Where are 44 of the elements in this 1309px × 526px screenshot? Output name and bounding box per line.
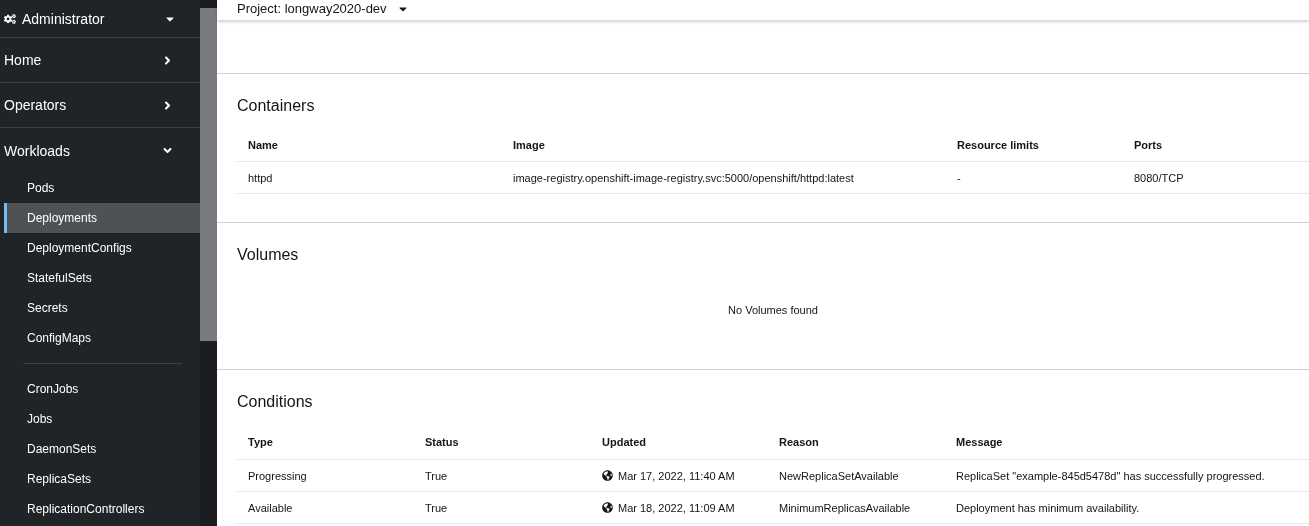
globe-icon [602,502,613,513]
table-cell-text: image-registry.openshift-image-registry.svc:5000/openshift/httpd:latest [513,171,855,184]
gears-icon [4,12,16,25]
project-dropdown[interactable]: Project: longway2020-dev [237,1,409,16]
nav-item[interactable]: ReplicaSets [4,464,200,494]
section-title: Volumes [237,246,300,264]
table-cell-text: True [425,469,449,482]
table-cell-text: ReplicaSet "example-845d5478d" has successfully progressed. [956,469,1266,482]
table-cell-text: NewReplicaSetAvailable [779,469,900,482]
column-header: Message [956,436,1004,448]
nav-group[interactable]: Workloads [0,128,200,173]
table-cell-text: 8080/TCP [1134,171,1185,184]
section-title: Containers [237,97,316,115]
nav-item[interactable]: DaemonSets [4,434,200,464]
column-header: Updated [602,436,647,448]
nav-item[interactable]: ConfigMaps [4,323,200,353]
table-cell-text: MinimumReplicasAvailable [779,501,912,514]
column-header: Type [248,436,274,448]
table-cell-text: True [425,501,449,514]
nav-item[interactable]: ReplicationControllers [4,494,200,524]
nav-item[interactable]: CronJobs [4,374,200,404]
nav-item[interactable]: Jobs [4,404,200,434]
nav-item[interactable]: StatefulSets [4,263,200,293]
column-header: Image [513,139,546,151]
column-header: Reason [779,436,820,448]
empty-message: No Volumes found [727,304,819,316]
table-cell-text: - [957,171,962,184]
column-header: Ports [1134,139,1164,151]
scrollbar-thumb[interactable] [200,8,217,341]
table-cell-text: Progressing [248,469,308,482]
table-cell-text: Deployment has minimum availability. [956,501,1141,514]
nav-item[interactable]: Secrets [4,293,200,323]
timestamp: Mar 17, 2022, 11:40 AM [618,469,735,482]
table-cell-text: Available [248,501,294,514]
column-header: Resource limits [957,139,1040,151]
table-cell-text: httpd [248,171,274,184]
globe-icon [602,470,613,481]
nav-item[interactable]: DeploymentConfigs [4,233,200,263]
nav-item[interactable]: Pods [4,173,200,203]
timestamp: Mar 18, 2022, 11:09 AM [618,501,735,514]
column-header: Name [248,139,279,151]
nav-item[interactable]: Deployments [4,203,200,233]
column-header: Status [425,436,460,448]
section-title: Conditions [237,393,314,411]
